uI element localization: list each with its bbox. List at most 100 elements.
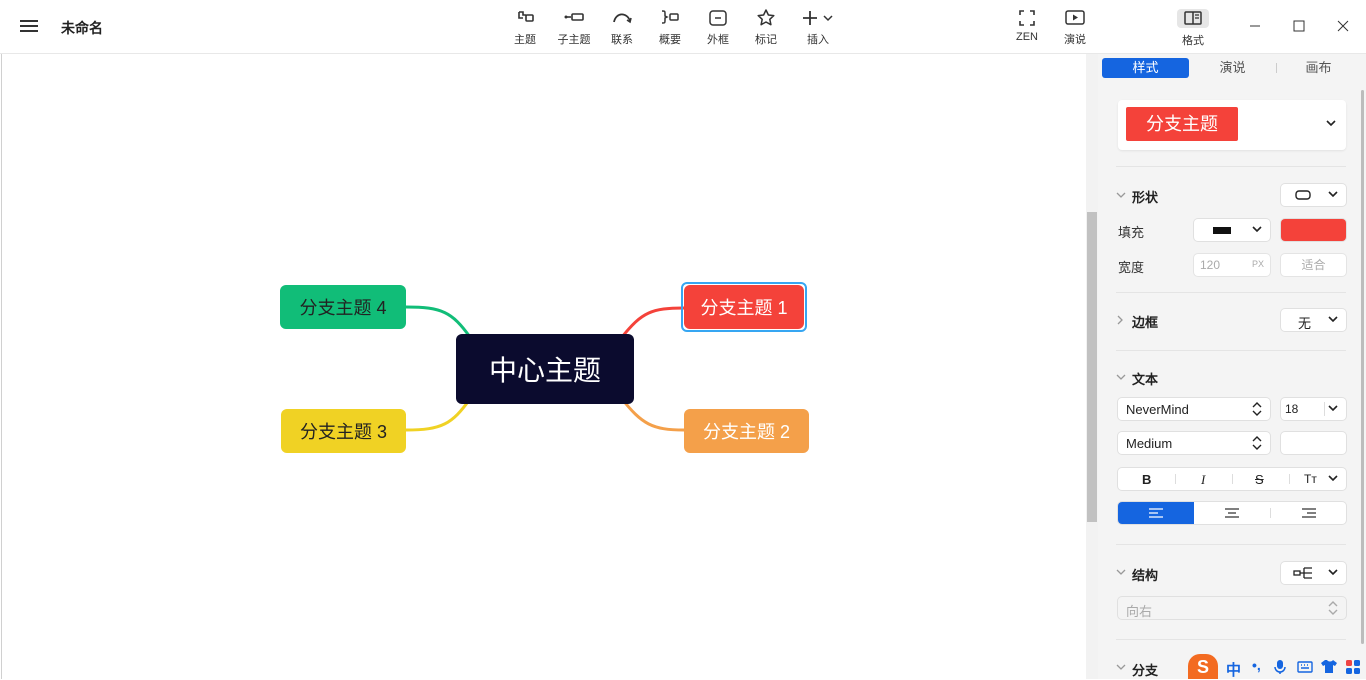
structure-select[interactable] <box>1281 562 1346 584</box>
marker-label: 标记 <box>755 34 777 46</box>
border-title: 边框 <box>1132 315 1159 330</box>
branch-topic-3[interactable]: 分支主题 3 <box>281 409 406 453</box>
topic-label: 主题 <box>514 34 536 46</box>
align-center-button[interactable] <box>1194 502 1270 524</box>
collapse-text-icon[interactable] <box>1116 374 1126 382</box>
chevron-down-icon <box>1328 569 1338 576</box>
mind-map-canvas[interactable]: 中心主题 分支主题 1 分支主题 2 分支主题 3 分支主题 4 <box>1 54 1086 679</box>
keyboard-icon[interactable] <box>1297 661 1313 673</box>
chevron-down-icon <box>1328 316 1338 323</box>
sogou-logo-icon[interactable]: S <box>1188 654 1218 679</box>
text-color-picker[interactable] <box>1281 432 1346 454</box>
width-input[interactable]: 120 PX <box>1194 254 1270 276</box>
italic-button[interactable]: I <box>1201 472 1205 488</box>
collapse-structure-icon[interactable] <box>1116 569 1126 577</box>
apps-grid-icon[interactable] <box>1345 659 1361 675</box>
width-value: 120 <box>1200 258 1221 272</box>
panel-icon <box>1184 11 1202 25</box>
structure-title: 结构 <box>1132 568 1159 583</box>
minimize-button[interactable] <box>1243 14 1267 38</box>
solid-fill-swatch <box>1213 227 1231 234</box>
branch-line-2 <box>620 398 685 432</box>
summary-icon <box>661 10 679 24</box>
format-panel-toggle[interactable]: 格式 <box>1171 6 1215 48</box>
microphone-icon[interactable] <box>1274 659 1286 675</box>
font-weight-select[interactable]: Medium <box>1118 432 1270 454</box>
ime-toolbar: S 中 •, <box>1188 654 1366 679</box>
collapse-shape-icon[interactable] <box>1116 192 1126 200</box>
tab-canvas[interactable]: 画布 <box>1277 58 1360 78</box>
logic-chart-icon <box>1293 567 1312 579</box>
chevron-right-icon[interactable] <box>1117 315 1125 325</box>
branch-topic-4[interactable]: 分支主题 4 <box>280 285 406 329</box>
maximize-button[interactable] <box>1287 14 1311 38</box>
relation-button[interactable]: 联系 <box>609 8 635 48</box>
subtopic-icon <box>564 13 584 21</box>
menu-icon[interactable] <box>19 17 39 37</box>
panel-tabs: 样式 演说 画布 <box>1102 58 1360 78</box>
branch-topic-1[interactable]: 分支主题 1 <box>684 285 804 329</box>
relation-label: 联系 <box>611 34 633 46</box>
text-case-button[interactable]: Tт <box>1304 472 1317 486</box>
close-icon <box>1337 20 1349 32</box>
collapse-branch-icon[interactable] <box>1116 664 1126 672</box>
top-toolbar: 未命名 主题 子主题 联系 概要 外框 标记 插入 ZEN 演说 格式 <box>0 0 1366 54</box>
branch-line-1 <box>620 306 685 338</box>
updown-icon <box>1252 436 1262 450</box>
direction-value: 向右 <box>1126 604 1153 619</box>
punctuation-mode[interactable]: •, <box>1252 657 1261 673</box>
zen-button[interactable]: ZEN <box>1014 8 1040 48</box>
subtopic-button[interactable]: 子主题 <box>556 8 592 48</box>
font-size-select[interactable]: 18 <box>1281 398 1346 420</box>
document-title[interactable]: 未命名 <box>61 18 103 38</box>
boundary-button[interactable]: 外框 <box>705 8 731 48</box>
fill-label: 填充 <box>1118 225 1145 240</box>
format-label: 格式 <box>1182 35 1204 47</box>
pitch-label: 演说 <box>1064 34 1086 46</box>
summary-button[interactable]: 概要 <box>657 8 683 48</box>
marker-button[interactable]: 标记 <box>753 8 779 48</box>
style-preview-dropdown[interactable]: 分支主题 <box>1118 100 1346 150</box>
shape-select[interactable] <box>1281 184 1346 206</box>
topic-button[interactable]: 主题 <box>512 8 538 48</box>
align-center-icon <box>1225 508 1239 518</box>
chevron-down-icon <box>1252 226 1262 233</box>
minimize-icon <box>1250 25 1260 27</box>
pitch-button[interactable]: 演说 <box>1062 8 1088 48</box>
canvas-scrollbar[interactable] <box>1086 54 1098 679</box>
font-size-value: 18 <box>1285 402 1299 416</box>
rounded-rect-icon <box>1295 190 1311 200</box>
bold-button[interactable]: B <box>1142 472 1151 487</box>
central-topic[interactable]: 中心主题 <box>456 334 634 404</box>
fit-button[interactable]: 适合 <box>1281 254 1346 276</box>
text-title: 文本 <box>1132 372 1159 387</box>
align-left-button[interactable] <box>1118 502 1194 524</box>
border-select[interactable]: 无 <box>1281 309 1346 331</box>
insert-button[interactable]: 插入 <box>800 8 836 48</box>
summary-label: 概要 <box>659 34 681 46</box>
boundary-label: 外框 <box>707 34 729 46</box>
border-value: 无 <box>1298 316 1312 331</box>
ime-mode[interactable]: 中 <box>1226 659 1241 680</box>
align-right-button[interactable] <box>1271 502 1346 524</box>
fullscreen-icon <box>1019 10 1035 26</box>
format-panel: 样式 演说 画布 分支主题 形状 填充 宽度 120 PX 适合 边框 无 文本… <box>1098 54 1366 679</box>
chevron-down-icon[interactable] <box>1328 475 1338 483</box>
strikethrough-button[interactable]: S <box>1255 472 1264 487</box>
align-left-icon <box>1149 508 1163 518</box>
scrollbar-thumb[interactable] <box>1087 212 1097 522</box>
tab-pitch[interactable]: 演说 <box>1189 58 1276 78</box>
close-button[interactable] <box>1331 14 1355 38</box>
width-unit: PX <box>1251 259 1264 269</box>
skin-shirt-icon[interactable] <box>1320 659 1338 674</box>
font-family-select[interactable]: NeverMind <box>1118 398 1270 420</box>
chevron-down-icon <box>1328 191 1338 198</box>
structure-direction-select[interactable]: 向右 <box>1118 597 1346 619</box>
panel-scrollbar[interactable] <box>1361 90 1364 644</box>
fill-pattern-select[interactable] <box>1194 219 1270 241</box>
text-format-bar: B I S Tт <box>1118 468 1346 490</box>
tab-style[interactable]: 样式 <box>1102 58 1189 78</box>
chevron-down-icon <box>1328 405 1338 412</box>
fill-color-picker[interactable] <box>1281 219 1346 241</box>
branch-topic-2[interactable]: 分支主题 2 <box>684 409 809 453</box>
